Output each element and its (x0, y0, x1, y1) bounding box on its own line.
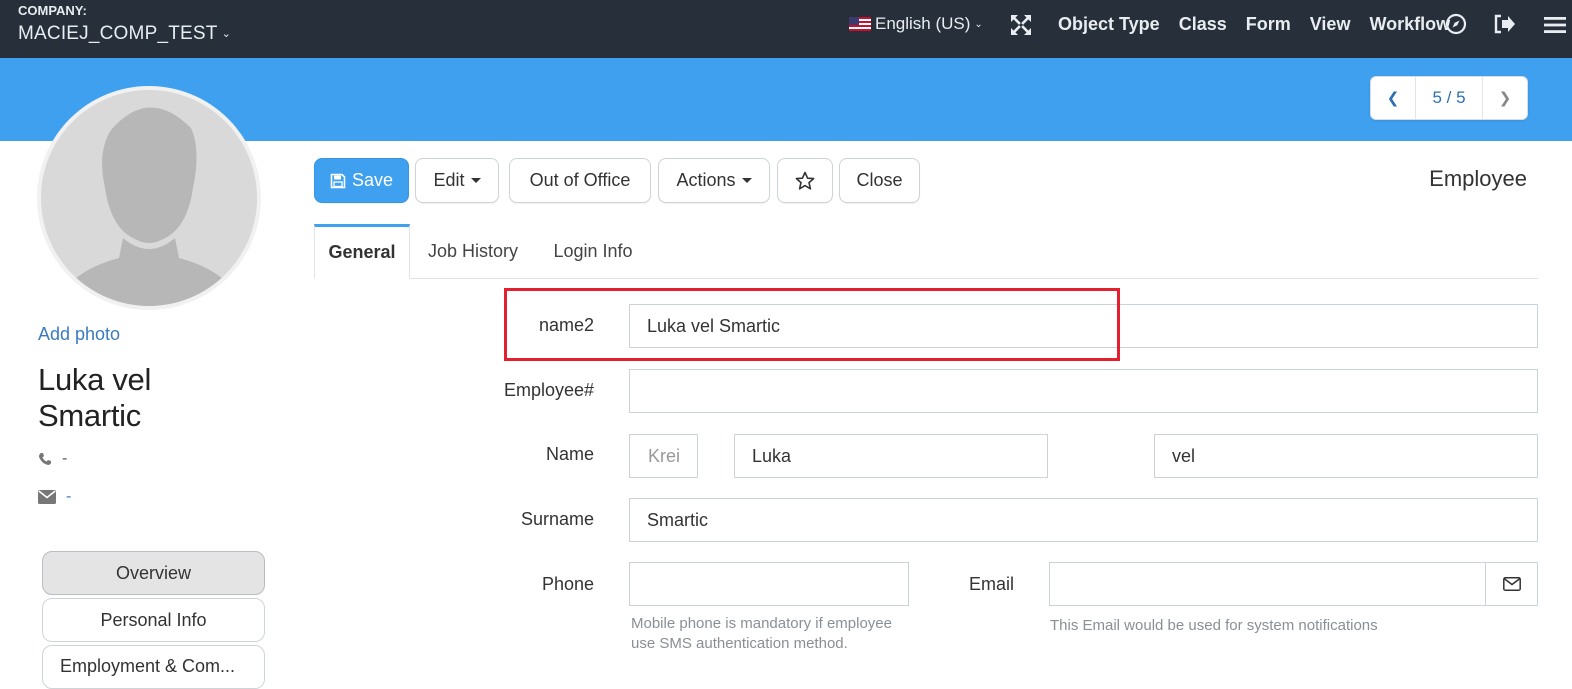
employee-number-label: Employee# (503, 380, 594, 400)
menu-class[interactable]: Class (1179, 14, 1227, 35)
chevron-down-icon: ⌄ (221, 28, 231, 40)
phone-icon (39, 453, 51, 465)
add-photo-link[interactable]: Add photo (38, 324, 120, 345)
us-flag-icon (849, 17, 871, 31)
tab-job-history[interactable]: Job History (414, 224, 532, 279)
actions-label: Actions (676, 170, 736, 190)
name-title-field[interactable]: Krei (629, 434, 698, 478)
person-silhouette-icon (41, 90, 257, 306)
top-bar: COMPANY: MACIEJ_COMP_TEST ⌄ English (US) … (0, 0, 1572, 58)
tab-general[interactable]: General (314, 224, 410, 279)
middle-name-field[interactable]: vel (1154, 434, 1538, 478)
phone-label: Phone (541, 574, 594, 594)
envelope-icon (1502, 577, 1521, 591)
menu-object-type[interactable]: Object Type (1058, 14, 1160, 35)
chevron-left-icon: ❮ (1386, 90, 1400, 107)
form-title: Employee (1429, 166, 1527, 191)
previous-record-button[interactable]: ❮ (1371, 77, 1415, 119)
company-label: COMPANY: (18, 3, 87, 18)
record-pager: ❮ 5 / 5 ❯ (1370, 76, 1528, 120)
sign-out-icon[interactable] (1493, 14, 1516, 34)
compass-icon[interactable] (1445, 13, 1467, 35)
email-label: Email (968, 574, 1014, 594)
first-name-field[interactable]: Luka (734, 434, 1048, 478)
language-selector[interactable]: English (US) ⌄ (849, 14, 983, 34)
edit-label: Edit (433, 170, 465, 190)
top-menu: Object Type Class Form View Workflow (1058, 14, 1469, 35)
profile-email: - (38, 488, 71, 506)
envelope-icon (38, 490, 56, 504)
record-count: 5 / 5 (1415, 77, 1483, 119)
menu-view[interactable]: View (1310, 14, 1351, 35)
side-nav-employment[interactable]: Employment & Com... (42, 645, 265, 689)
avatar[interactable] (37, 86, 261, 310)
profile-name: Luka vel Smartic (38, 362, 152, 433)
language-label: English (US) (875, 14, 971, 33)
name2-field[interactable]: Luka vel Smartic (629, 304, 1538, 348)
profile-phone-value: - (62, 450, 68, 467)
next-record-button[interactable]: ❯ (1483, 77, 1527, 119)
name-label: Name (545, 444, 594, 464)
surname-field[interactable]: Smartic (629, 498, 1538, 542)
hamburger-menu-icon[interactable] (1544, 16, 1566, 34)
save-button[interactable]: Save (314, 158, 409, 203)
out-of-office-button[interactable]: Out of Office (509, 158, 651, 203)
phone-help-text: Mobile phone is mandatory if employee us… (631, 615, 892, 652)
tab-login-info[interactable]: Login Info (538, 224, 648, 279)
send-email-button[interactable] (1485, 562, 1538, 606)
menu-workflow[interactable]: Workflow (1369, 14, 1450, 35)
phone-field[interactable] (629, 562, 909, 606)
caret-down-icon (470, 178, 481, 183)
company-name: MACIEJ_COMP_TEST (18, 23, 218, 44)
caret-down-icon (741, 178, 752, 183)
menu-form[interactable]: Form (1246, 14, 1291, 35)
save-label: Save (351, 170, 394, 190)
profile-email-value[interactable]: - (66, 488, 71, 506)
email-field[interactable] (1049, 562, 1486, 606)
company-selector[interactable]: MACIEJ_COMP_TEST ⌄ (18, 23, 231, 45)
name2-label: name2 (538, 315, 594, 335)
employee-number-field[interactable] (629, 369, 1538, 413)
surname-label: Surname (520, 509, 594, 529)
side-nav-personal-info[interactable]: Personal Info (42, 598, 265, 642)
chevron-right-icon: ❯ (1498, 90, 1512, 107)
favorite-button[interactable] (777, 158, 833, 203)
fullscreen-icon[interactable] (1010, 14, 1032, 36)
email-help-text: This Email would be used for system noti… (1050, 617, 1378, 634)
close-button[interactable]: Close (839, 158, 920, 203)
profile-phone: - (38, 450, 67, 468)
chevron-down-icon: ⌄ (974, 18, 983, 30)
floppy-disk-icon (330, 173, 346, 188)
side-nav-overview[interactable]: Overview (42, 551, 265, 595)
edit-button[interactable]: Edit (415, 158, 499, 203)
star-icon (795, 171, 815, 190)
actions-button[interactable]: Actions (658, 158, 770, 203)
